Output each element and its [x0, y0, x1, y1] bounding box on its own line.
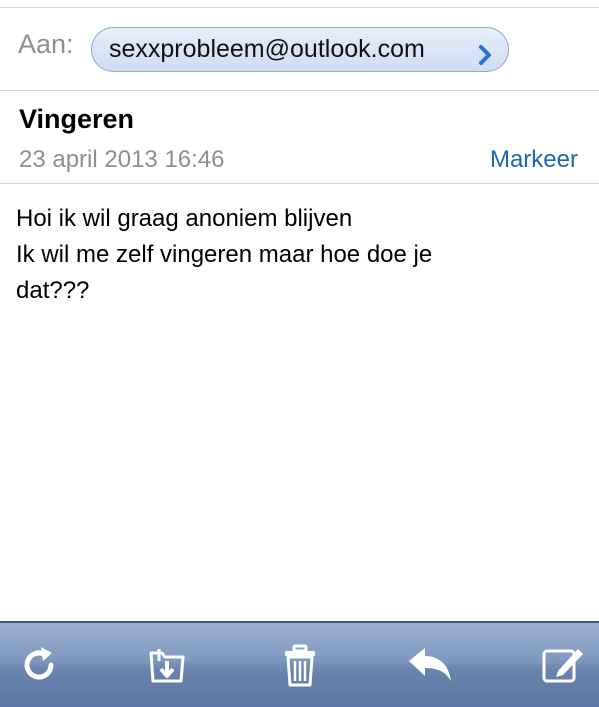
flag-button[interactable]: Markeer — [490, 146, 578, 174]
bottom-toolbar — [0, 621, 599, 707]
divider — [0, 90, 599, 91]
body-line: dat??? — [16, 277, 90, 304]
message-date: 23 april 2013 16:46 — [19, 146, 225, 173]
chevron-right-icon — [474, 38, 496, 65]
recipient-chip[interactable]: sexxprobleem@outlook.com — [91, 27, 509, 72]
recipient-address: sexxprobleem@outlook.com — [109, 35, 425, 63]
move-to-folder-icon[interactable] — [143, 641, 191, 689]
trash-icon[interactable] — [276, 641, 324, 689]
to-row: Aan: sexxprobleem@outlook.com — [0, 8, 599, 90]
reply-icon[interactable] — [405, 641, 453, 689]
compose-icon[interactable] — [538, 641, 586, 689]
body-line: Hoi ik wil graag anoniem blijven — [16, 205, 353, 232]
divider — [0, 183, 599, 184]
to-label: Aan: — [18, 29, 74, 59]
message-body: Hoi ik wil graag anoniem blijven Ik wil … — [16, 201, 581, 309]
refresh-icon[interactable] — [15, 641, 63, 689]
message-subject: Vingeren — [19, 104, 135, 134]
body-line: Ik wil me zelf vingeren maar hoe doe je — [16, 241, 433, 268]
